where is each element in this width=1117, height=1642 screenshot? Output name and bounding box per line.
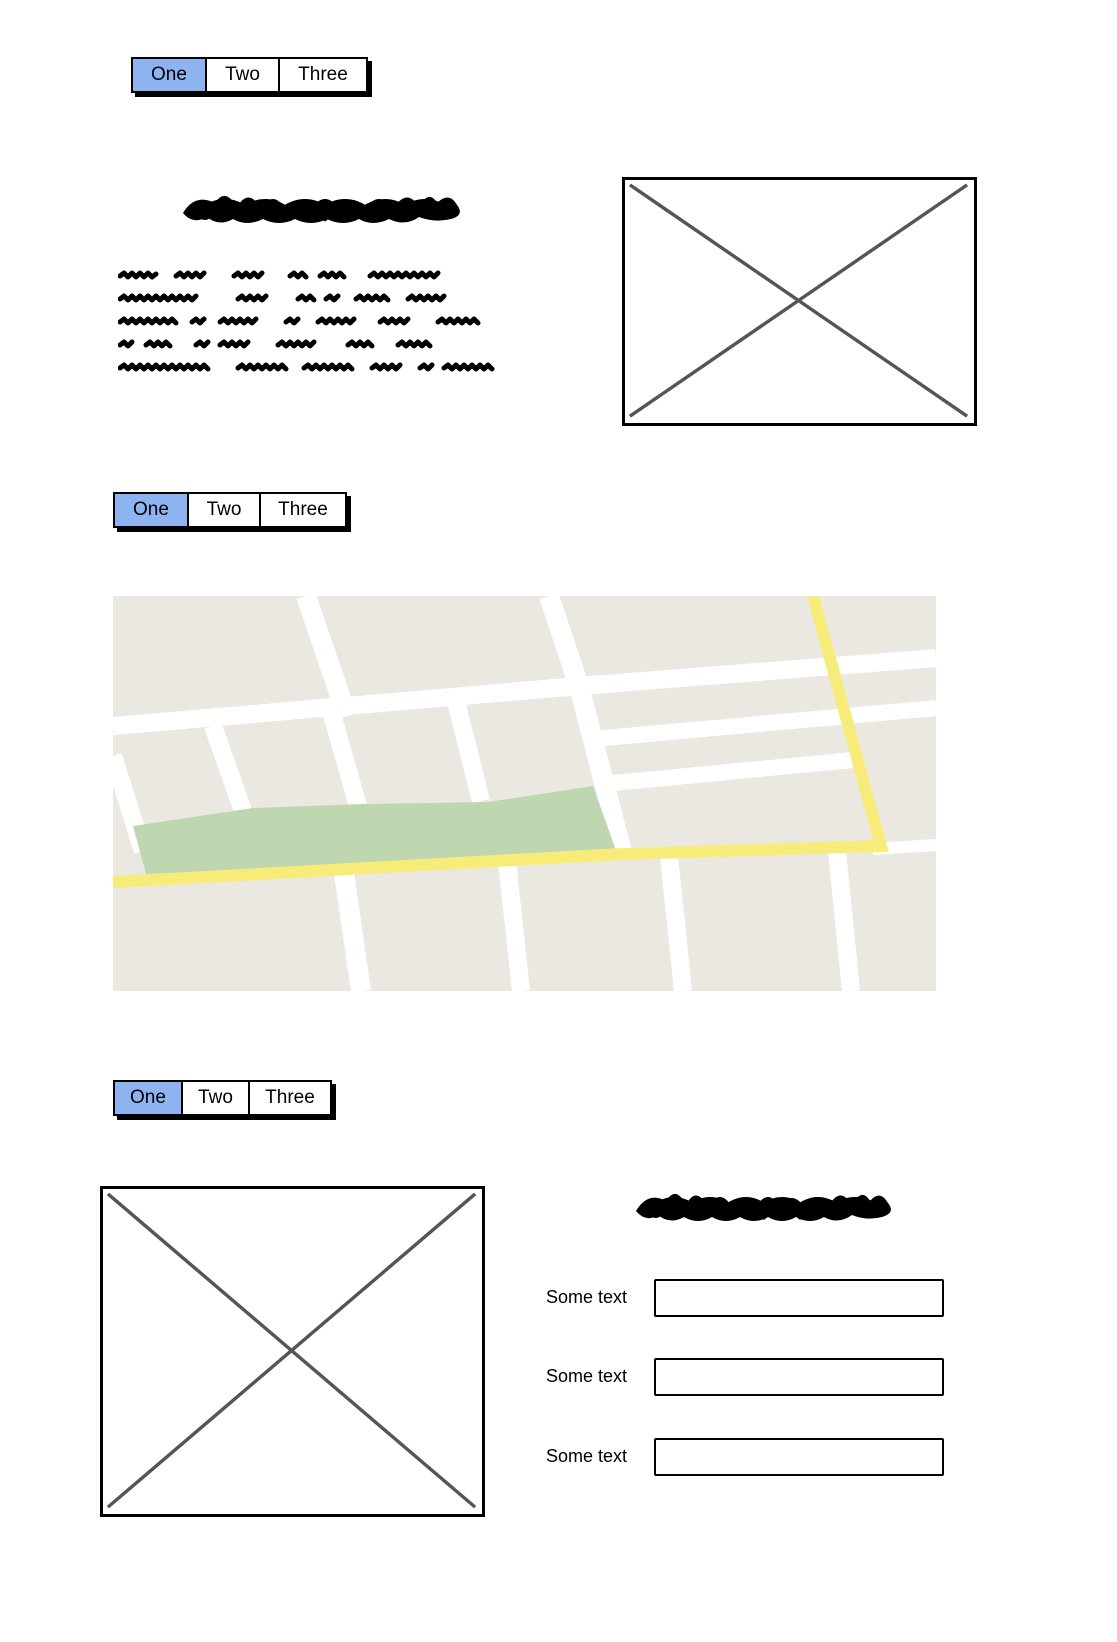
image-placeholder-top	[622, 177, 977, 426]
field-label: Some text	[546, 1366, 628, 1386]
form-row: Some text	[546, 1438, 946, 1478]
tab-three[interactable]: Three	[261, 494, 345, 526]
tab-three[interactable]: Three	[280, 59, 366, 91]
image-placeholder-icon	[628, 183, 969, 418]
paragraph-scribble	[118, 270, 495, 372]
tab-two[interactable]: Two	[183, 1082, 250, 1114]
map[interactable]	[113, 596, 936, 991]
form-row: Some text	[546, 1279, 946, 1319]
tab-one[interactable]: One	[115, 494, 189, 526]
text-input[interactable]	[654, 1438, 944, 1476]
text-input[interactable]	[654, 1279, 944, 1317]
field-label: Some text	[546, 1446, 628, 1466]
field-label: Some text	[546, 1287, 628, 1307]
tab-bar-bottom: One Two Three	[113, 1080, 332, 1116]
text-input[interactable]	[654, 1358, 944, 1396]
tab-one[interactable]: One	[115, 1082, 183, 1114]
image-placeholder-icon	[106, 1192, 477, 1509]
tab-bar-top: One Two Three	[131, 57, 368, 93]
tab-two[interactable]: Two	[207, 59, 280, 91]
tab-two[interactable]: Two	[189, 494, 261, 526]
map-icon	[113, 596, 936, 991]
tab-one[interactable]: One	[133, 59, 207, 91]
image-placeholder-bottom	[100, 1186, 485, 1517]
form-heading-scribble	[636, 1193, 891, 1221]
heading-scribble	[183, 195, 460, 223]
tab-bar-middle: One Two Three	[113, 492, 347, 528]
tab-three[interactable]: Three	[250, 1082, 330, 1114]
form-row: Some text	[546, 1358, 946, 1398]
